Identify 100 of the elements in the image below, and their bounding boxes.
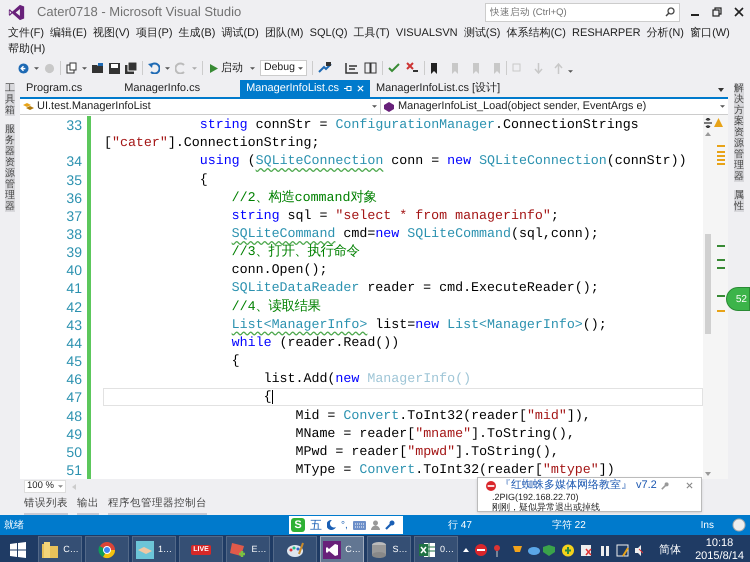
wrench-icon[interactable] (384, 520, 395, 530)
down-arrow-icon[interactable] (705, 472, 711, 476)
bookmark-icon[interactable] (430, 62, 438, 74)
menu-item[interactable]: 工具(T) (354, 24, 390, 42)
stop-icon[interactable] (475, 544, 488, 556)
menu-item[interactable]: 文件(F) (8, 24, 44, 42)
window-title: Cater0718 - Microsoft Visual Studio (37, 3, 242, 22)
menu-item[interactable]: 调试(D) (222, 24, 259, 42)
pin-icon[interactable] (344, 85, 352, 92)
back-icon[interactable] (18, 62, 29, 74)
menu-item[interactable]: 测试(S) (464, 24, 500, 42)
caret-icon[interactable] (568, 70, 573, 72)
restore-icon[interactable] (712, 7, 722, 17)
zoom-dropdown[interactable]: 100 % (24, 480, 66, 493)
menu-item[interactable]: 分析(N) (646, 24, 684, 42)
save-all-icon[interactable] (125, 62, 137, 74)
menu-item[interactable]: 体系结构(C) (506, 24, 566, 42)
side-panel-tab[interactable]: 解决方案资源管理器 (734, 83, 744, 182)
taskbar-label: E… (251, 543, 266, 556)
line-number: 37 (66, 208, 82, 224)
line-number: 50 (66, 444, 82, 460)
side-panel-tab[interactable]: 工具箱 (5, 83, 15, 116)
undo-icon[interactable] (148, 62, 160, 74)
caret-icon[interactable] (298, 66, 303, 70)
caret-icon[interactable] (34, 66, 39, 70)
taskbar-button[interactable]: 1… (132, 536, 176, 562)
side-panel-tab[interactable]: 服务器资源管理器 (5, 124, 15, 212)
menu-item[interactable]: 视图(V) (93, 24, 130, 42)
caret-icon[interactable] (165, 66, 170, 70)
taskbar-button[interactable]: C… (38, 536, 82, 562)
code-line: { (264, 389, 272, 404)
taskbar-button[interactable] (273, 536, 317, 562)
class-dropdown[interactable]: UI.test.ManagerInfoList (20, 99, 381, 114)
code-line: MType = Convert.ToInt32(reader["mtype"]) (296, 462, 615, 478)
line-number: 49 (66, 426, 82, 442)
caret-up-icon[interactable] (463, 548, 470, 552)
format-icon[interactable] (345, 62, 359, 74)
code-line: MName = reader["mname"].ToString(), (296, 426, 575, 441)
menu-item[interactable]: 团队(M) (264, 24, 304, 42)
menu-item[interactable]: 生成(B) (178, 24, 216, 42)
ime-mode[interactable]: 五 (310, 516, 322, 534)
start-button[interactable]: 启动 (208, 60, 245, 76)
person-icon[interactable] (370, 520, 380, 530)
keyboard-icon[interactable] (352, 520, 366, 530)
menu-item[interactable]: VISUALSVN (396, 24, 458, 42)
new-item-icon[interactable] (66, 62, 77, 74)
save-icon[interactable] (109, 62, 120, 74)
close-icon[interactable] (734, 7, 744, 17)
menu-item[interactable]: 编辑(E) (50, 24, 87, 42)
code-line: conn.Open(); (232, 262, 328, 278)
caret-icon[interactable] (58, 485, 63, 488)
caret-icon[interactable] (372, 105, 377, 108)
ime-punctuation[interactable]: °, (341, 518, 348, 532)
moon-icon[interactable] (327, 520, 336, 530)
tab-list-dropdown-icon[interactable] (718, 88, 724, 92)
member-dropdown[interactable]: ManagerInfoList_Load(object sender, EventArgs e) (381, 99, 728, 114)
menu-item[interactable]: 项目(P) (136, 24, 173, 42)
clock-time[interactable]: 10:18 (706, 537, 734, 550)
taskbar-label: 1… (158, 543, 172, 556)
configuration-dropdown[interactable]: Debug (260, 60, 307, 76)
taskbar-label: S… (392, 543, 408, 556)
open-folder-icon[interactable] (92, 62, 104, 74)
clock-date[interactable]: 2015/8/14 (695, 550, 744, 562)
menu-item[interactable]: SQL(Q) (310, 24, 348, 42)
search-icon[interactable] (665, 6, 675, 16)
caret-icon[interactable] (250, 66, 255, 70)
code-line: list.Add(new ManagerInfo() (264, 371, 472, 386)
tray-icons-drawing[interactable] (493, 544, 644, 556)
vertical-scrollbar[interactable] (703, 115, 728, 479)
caret-icon[interactable] (82, 66, 87, 70)
taskbar-button[interactable]: E… (226, 536, 270, 562)
line-number: 42 (66, 298, 82, 315)
taskbar-button[interactable]: 0… (414, 536, 458, 562)
circle-icon[interactable] (732, 518, 746, 532)
document-tab[interactable]: Program.cs (20, 80, 88, 97)
document-tab[interactable]: ManagerInfoList.cs [设计] (370, 80, 506, 97)
columns-icon[interactable] (364, 62, 377, 74)
notification-host: .2PIG(192.168.22.70) (492, 492, 580, 502)
document-tab[interactable]: ManagerInfo.cs (118, 80, 206, 97)
taskbar-button[interactable]: S… (367, 536, 411, 562)
taskbar-button[interactable] (85, 536, 129, 562)
split-icon[interactable] (704, 118, 712, 128)
quick-launch-field[interactable]: 快速启动 (Ctrl+Q) (485, 2, 680, 22)
scrollbar-thumb[interactable] (705, 234, 711, 334)
caret-icon[interactable] (720, 105, 725, 108)
code-line: SQLiteDataReader reader = cmd.ExecuteReader(); (232, 280, 599, 296)
line-number: 33 (66, 117, 82, 134)
wrench-icon[interactable] (660, 482, 669, 490)
up-arrow-icon[interactable] (705, 132, 711, 136)
side-panel-tab[interactable]: 属性 (734, 190, 744, 212)
method-icon (384, 102, 395, 112)
menu-item[interactable]: RESHARPER (572, 24, 641, 42)
taskbar-button[interactable]: C… (320, 536, 364, 562)
menu-item[interactable]: 窗口(W) (690, 24, 730, 42)
line-number: 51 (66, 462, 82, 478)
menu-item[interactable]: 帮助(H) (8, 41, 46, 58)
input-language[interactable]: 简体 (659, 542, 682, 558)
document-tab[interactable]: ManagerInfoList.cs (240, 80, 370, 97)
windows-start-icon[interactable] (10, 542, 26, 558)
status-text: 就绪 (4, 518, 24, 532)
